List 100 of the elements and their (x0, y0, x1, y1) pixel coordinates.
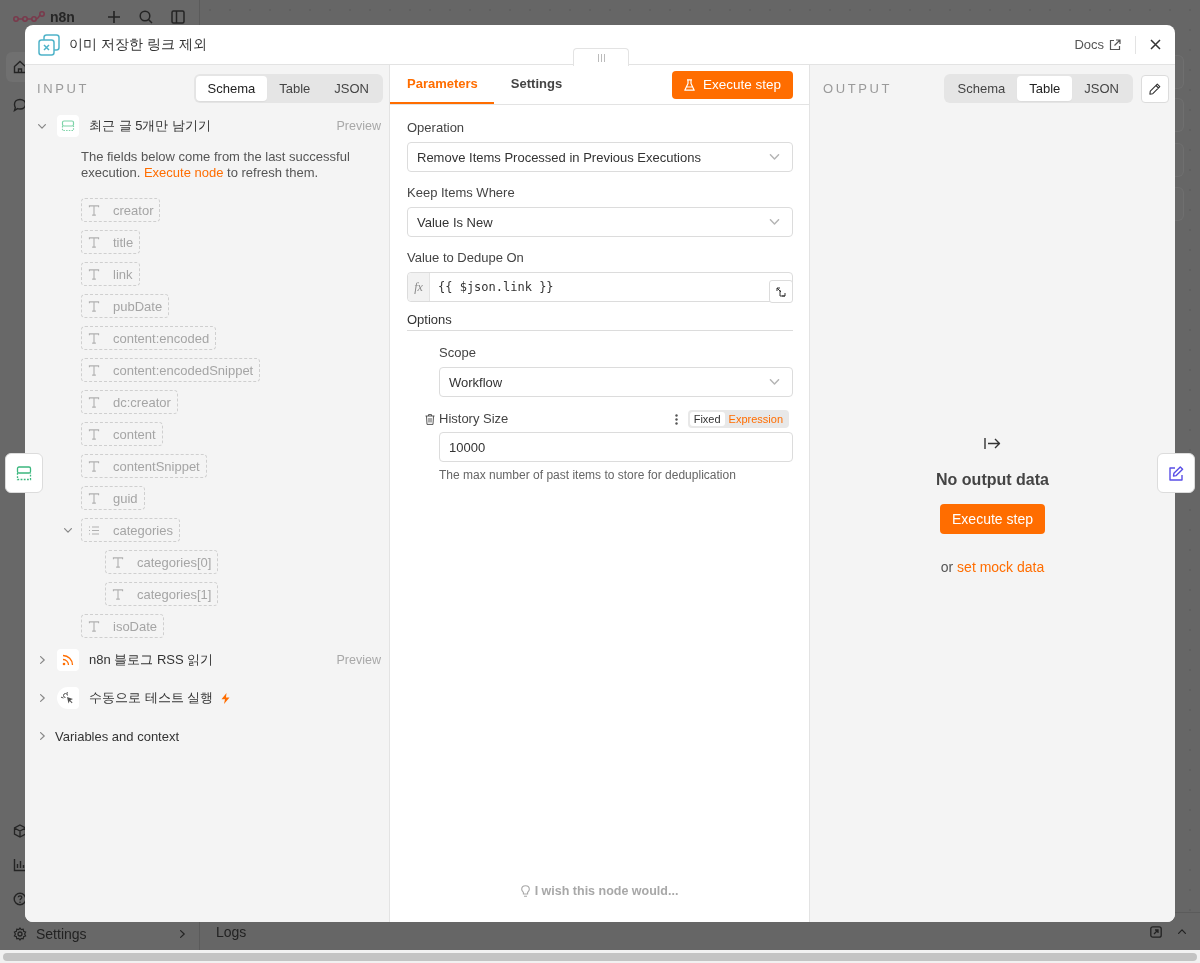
rss-icon (57, 649, 79, 671)
chevron-down-icon (769, 154, 780, 160)
search-icon[interactable] (139, 10, 153, 24)
popout-icon[interactable] (1150, 925, 1162, 938)
schema-field[interactable]: content:encoded (81, 326, 217, 350)
chevron-down-icon[interactable] (38, 123, 46, 129)
schema-field[interactable]: content:encodedSnippet (81, 358, 261, 382)
field-label: Keep Items Where (407, 185, 516, 201)
field-hint: The max number of past items to store for deduplication (439, 468, 737, 482)
view-tab[interactable]: Schema (945, 76, 1018, 101)
schema-field[interactable]: categories[0] (105, 550, 219, 574)
text-type-icon (88, 620, 100, 632)
fx-prefix: fx (408, 273, 430, 301)
schema-field[interactable]: isoDate (81, 614, 165, 638)
close-icon[interactable] (1150, 39, 1161, 50)
schema-field[interactable]: categories (81, 518, 180, 542)
chevron-down-icon (769, 219, 780, 225)
schema-field[interactable]: guid (81, 486, 145, 510)
schema-field[interactable]: creator (81, 198, 161, 222)
schema-field[interactable]: dc:creator (81, 390, 178, 414)
drag-handle[interactable] (573, 48, 629, 66)
text-type-icon (88, 236, 100, 248)
select-field[interactable]: Workflow (439, 367, 793, 397)
view-tab[interactable]: Schema (195, 76, 268, 101)
trash-icon[interactable] (425, 413, 435, 425)
external-link-icon (1109, 38, 1121, 51)
schema-field[interactable]: categories[1] (105, 582, 219, 606)
chat-icon[interactable] (13, 98, 27, 112)
expression-field[interactable]: fx {{ $json.link }} (407, 272, 793, 302)
chevron-up-icon[interactable] (1178, 929, 1186, 934)
panel-layout-icon[interactable] (171, 10, 185, 24)
pencil-icon (1149, 82, 1161, 95)
select-field[interactable]: Value Is New (407, 207, 793, 237)
help-icon[interactable] (13, 892, 27, 906)
text-type-icon (88, 492, 100, 504)
edit-square-icon (1168, 465, 1184, 481)
dialog-title: 이미 저장한 링크 제외 (69, 35, 207, 54)
kebab-menu-icon[interactable] (674, 413, 678, 425)
text-type-icon (88, 300, 100, 312)
execute-step-button[interactable]: Execute step (940, 503, 1045, 534)
feedback-link[interactable]: I wish this node would... (520, 884, 679, 898)
text-type-icon (88, 396, 100, 408)
chevron-right-icon[interactable] (39, 732, 45, 740)
plus-icon[interactable] (107, 10, 121, 24)
node-name[interactable]: 수동으로 테스트 실행 (89, 689, 214, 707)
text-type-icon (88, 460, 100, 472)
execute-node-link[interactable]: Execute node (143, 165, 224, 180)
mode-option[interactable]: Fixed (689, 412, 725, 426)
node-chain-logo-icon (13, 11, 45, 23)
preview-label: Preview (336, 653, 381, 667)
node-name[interactable]: 최근 글 5개만 남기기 (89, 117, 212, 135)
expand-icon (776, 286, 786, 297)
dashed-box-icon (16, 465, 32, 481)
edit-output-button[interactable] (1141, 74, 1169, 103)
view-tab[interactable]: JSON (1072, 76, 1131, 101)
chevron-right-icon[interactable] (39, 694, 45, 702)
execute-step-button[interactable]: Execute step (671, 70, 793, 99)
cube-icon[interactable] (13, 824, 27, 838)
text-type-icon (112, 588, 124, 600)
panel-tab[interactable]: Settings (493, 65, 579, 104)
lightbulb-icon (520, 885, 530, 897)
bar-chart-icon[interactable] (13, 858, 27, 872)
view-tab[interactable]: JSON (322, 76, 381, 101)
input-node-button[interactable] (5, 453, 43, 493)
text-type-icon (112, 556, 124, 568)
schema-field[interactable]: content (81, 422, 163, 446)
preview-label: Preview (336, 119, 381, 133)
number-input[interactable]: 10000 (439, 432, 793, 462)
select-field[interactable]: Remove Items Processed in Previous Executions (407, 142, 793, 172)
node-name[interactable]: n8n 블로그 RSS 읽기 (89, 651, 214, 669)
panel-tab[interactable]: Parameters (390, 65, 494, 104)
home-icon (13, 60, 27, 74)
schema-field[interactable]: link (81, 262, 140, 286)
text-type-icon (88, 364, 100, 376)
mock-data-hint: or set mock data (940, 558, 1045, 575)
schema-field[interactable]: contentSnippet (81, 454, 207, 478)
set-mock-data-link[interactable]: set mock data (957, 558, 1045, 575)
edit-node-button[interactable] (1157, 453, 1195, 493)
logs-label[interactable]: Logs (216, 923, 247, 940)
expand-button[interactable] (769, 280, 793, 303)
schema-field[interactable]: title (81, 230, 141, 254)
schema-field[interactable]: pubDate (81, 294, 170, 318)
context-label[interactable]: Variables and context (55, 728, 180, 744)
view-tab[interactable]: Table (267, 76, 323, 101)
flask-icon (683, 78, 695, 91)
settings-label[interactable]: Settings (36, 926, 87, 942)
brand-name: n8n (50, 10, 75, 24)
gear-icon[interactable] (13, 927, 27, 941)
view-tab[interactable]: Table (1017, 76, 1073, 101)
grip-icon (597, 53, 605, 62)
cursor-click-icon (57, 687, 79, 709)
chevron-right-icon[interactable] (39, 656, 45, 664)
mode-option[interactable]: Expression (724, 412, 787, 426)
arrow-right-bar-icon (984, 436, 1001, 450)
field-label: Value to Dedupe On (407, 250, 525, 266)
text-type-icon (88, 204, 100, 216)
empty-state-title: No output data (936, 470, 1049, 489)
chevron-down-icon[interactable] (64, 527, 72, 533)
chevron-right-icon[interactable] (180, 930, 185, 938)
docs-link[interactable]: Docs (1074, 37, 1121, 52)
